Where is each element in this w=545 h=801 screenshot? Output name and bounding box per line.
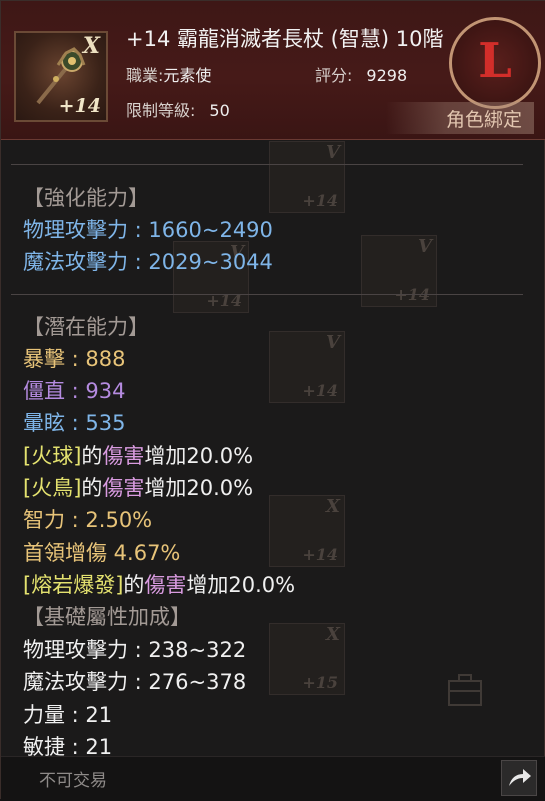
- score-value: 9298: [366, 66, 408, 85]
- text-of: 的: [81, 444, 103, 468]
- enhance-header: 【強化能力】: [23, 186, 149, 210]
- item-tooltip: X +14 +14 霸龍消滅者長杖 (智慧) 10階 職業:元素使 評分: 929…: [0, 0, 545, 801]
- ghost-item-icon: X +14: [269, 495, 345, 567]
- icon-x-mark: X: [82, 33, 100, 59]
- base-strength: 力量 : 21: [23, 703, 113, 727]
- score-label: 評分:: [315, 66, 353, 85]
- grade-emblem: L: [449, 17, 541, 109]
- potential-fireball: [火球]的傷害增加20.0%: [23, 443, 253, 469]
- bind-badge: 角色綁定: [386, 102, 534, 134]
- class-value: 元素使: [163, 66, 212, 85]
- icon-enhance-level: +14: [58, 95, 101, 117]
- potential-boss-damage: 首領增傷 4.67%: [23, 541, 181, 565]
- ghost-item-icon: V +14: [269, 331, 345, 403]
- potential-firebird: [火鳥]的傷害增加20.0%: [23, 475, 253, 501]
- divider: [11, 164, 523, 165]
- potential-stun: 暈眩 : 535: [23, 411, 126, 435]
- share-arrow-icon: [509, 769, 531, 786]
- tooltip-header: X +14 +14 霸龍消滅者長杖 (智慧) 10階 職業:元素使 評分: 929…: [1, 1, 545, 140]
- damage-word: 傷害: [144, 573, 187, 597]
- level-label: 限制等級:: [126, 101, 196, 120]
- base-phys-attack: 物理攻擊力 : 238~322: [23, 638, 247, 662]
- skill-name: [火球]: [23, 444, 82, 468]
- level-row: 限制等級: 50: [126, 97, 230, 121]
- bind-label: 角色綁定: [445, 109, 522, 131]
- potential-crit: 暴擊 : 888: [23, 347, 126, 371]
- potential-header: 【潛在能力】: [23, 315, 149, 339]
- divider: [11, 294, 523, 295]
- base-header: 【基礎屬性加成】: [23, 605, 191, 629]
- increase-text: 增加20.0%: [144, 444, 254, 468]
- level-value: 50: [209, 101, 230, 120]
- item-icon[interactable]: X +14: [14, 31, 108, 122]
- damage-word: 傷害: [102, 444, 145, 468]
- skill-name: [熔岩爆發]: [23, 573, 124, 597]
- potential-int: 智力 : 2.50%: [23, 508, 153, 532]
- potential-lava: [熔岩爆發]的傷害增加20.0%: [23, 572, 295, 598]
- increase-text: 增加20.0%: [186, 573, 296, 597]
- enhance-phys-attack: 物理攻擊力 : 1660~2490: [23, 218, 273, 242]
- class-row: 職業:元素使: [126, 62, 211, 86]
- trade-status: 不可交易: [39, 771, 107, 791]
- text-of: 的: [81, 476, 103, 500]
- tooltip-footer: 不可交易: [1, 756, 545, 801]
- text-of: 的: [123, 573, 145, 597]
- class-label: 職業:: [126, 66, 164, 85]
- score-row: 評分: 9298: [315, 62, 407, 86]
- item-title: +14 霸龍消滅者長杖 (智慧) 10階: [126, 27, 444, 51]
- potential-stiffness: 僵直 : 934: [23, 379, 126, 403]
- ghost-item-icon: V +14: [269, 141, 345, 213]
- base-magic-attack: 魔法攻擊力 : 276~378: [23, 670, 247, 694]
- ghost-item-icon: V +14: [361, 235, 437, 307]
- damage-word: 傷害: [102, 476, 145, 500]
- share-button[interactable]: [501, 760, 537, 796]
- ghost-item-icon: X +15: [269, 623, 345, 695]
- bag-icon: [448, 674, 482, 706]
- increase-text: 增加20.0%: [144, 476, 254, 500]
- grade-letter: L: [478, 33, 512, 89]
- skill-name: [火鳥]: [23, 476, 82, 500]
- enhance-magic-attack: 魔法攻擊力 : 2029~3044: [23, 250, 273, 274]
